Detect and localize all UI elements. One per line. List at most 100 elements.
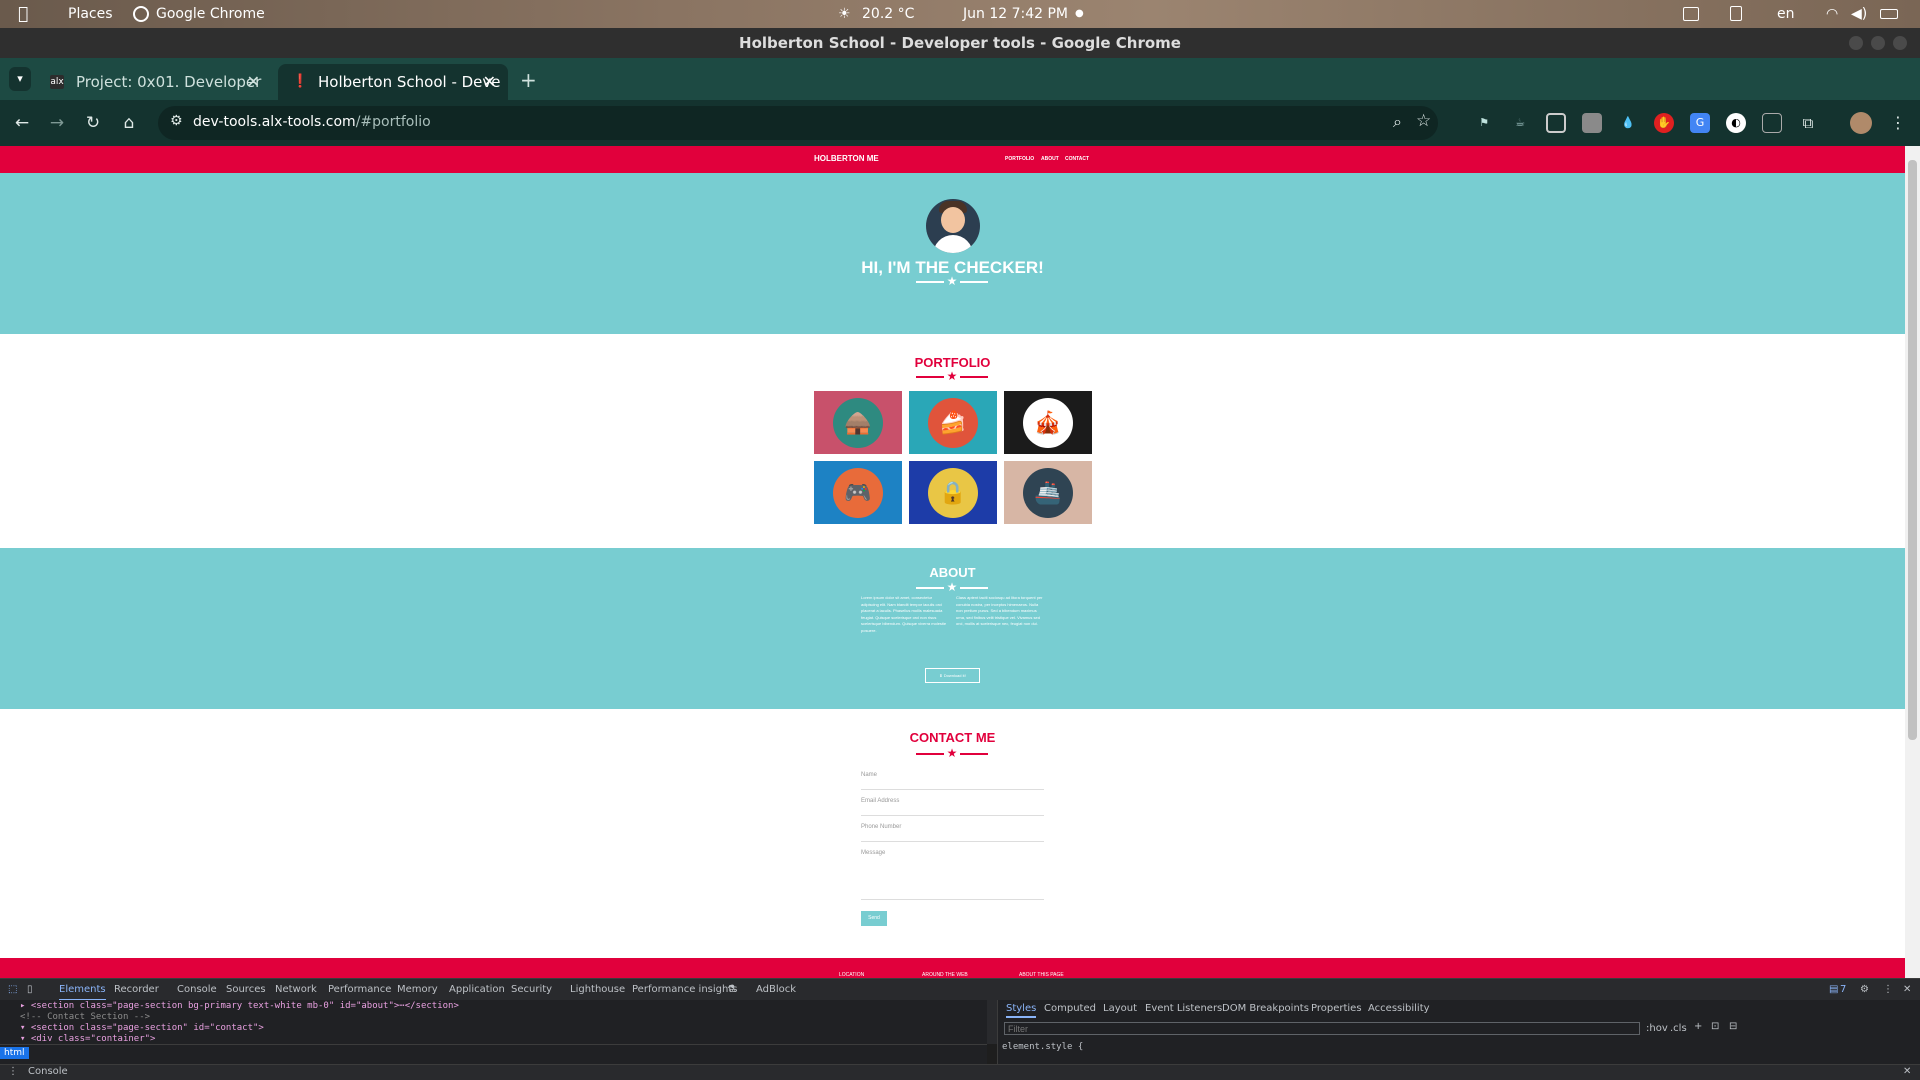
tab-search-chevron-icon[interactable]: ▾ <box>9 67 31 91</box>
devtools-close-icon[interactable]: ✕ <box>1903 979 1911 1001</box>
address-bar[interactable]: ⚙ dev-tools.alx-tools.com/#portfolio ⌕ ☆ <box>158 106 1438 140</box>
extension-bird-icon[interactable]: ⚑ <box>1474 113 1494 133</box>
battery-icon[interactable] <box>1880 9 1898 19</box>
scrollbar-thumb[interactable] <box>1908 160 1917 740</box>
bookmark-star-icon[interactable]: ☆ <box>1416 111 1431 131</box>
close-window-button[interactable] <box>1893 36 1907 50</box>
minimize-button[interactable] <box>1849 36 1863 50</box>
forward-arrow-icon[interactable]: → <box>46 112 68 134</box>
zoom-icon[interactable]: ⌕ <box>1393 112 1402 132</box>
computed-styles-toggle-icon[interactable]: ⊡ <box>1711 1021 1719 1032</box>
maximize-button[interactable] <box>1871 36 1885 50</box>
nav-contact[interactable]: CONTACT <box>1065 156 1089 162</box>
devtools-tab-adblock[interactable]: AdBlock <box>756 979 796 1001</box>
issues-count[interactable]: 7 <box>1840 979 1846 1001</box>
styles-tab-styles[interactable]: Styles <box>1006 1003 1037 1018</box>
page-scrollbar[interactable] <box>1905 146 1920 978</box>
devtools-settings-gear-icon[interactable]: ⚙ <box>1860 979 1869 1001</box>
close-tab-icon[interactable]: ✕ <box>247 64 260 100</box>
element-style-rule[interactable]: element.style { <box>1002 1042 1083 1052</box>
nav-about[interactable]: ABOUT <box>1041 156 1059 162</box>
drawer-close-icon[interactable]: ✕ <box>1903 1066 1911 1077</box>
extension-circle-icon[interactable]: ◐ <box>1726 113 1746 133</box>
devtools-tab-sources[interactable]: Sources <box>226 979 266 1001</box>
clipboard-icon[interactable] <box>1730 6 1742 21</box>
portfolio-item-circus[interactable]: 🎪 <box>1004 391 1092 454</box>
extensions-puzzle-icon[interactable]: ⧉ <box>1798 113 1818 133</box>
home-icon[interactable]: ⌂ <box>118 112 140 134</box>
devtools-tab-application[interactable]: Application <box>449 979 505 1001</box>
weather[interactable]: 20.2 °C <box>862 0 914 28</box>
name-field[interactable]: Name <box>861 772 1044 790</box>
extension-drop-icon[interactable]: 💧 <box>1618 113 1638 133</box>
styles-tab-computed[interactable]: Computed <box>1044 1003 1096 1014</box>
cls-toggle[interactable]: .cls <box>1670 1023 1687 1034</box>
extension-image-icon[interactable] <box>1582 113 1602 133</box>
devtools-tab-network[interactable]: Network <box>275 979 317 1001</box>
reload-icon[interactable]: ↻ <box>82 112 104 134</box>
portfolio-item-safe[interactable]: 🔒 <box>909 461 997 524</box>
styles-tab-accessibility[interactable]: Accessibility <box>1368 1003 1430 1014</box>
wifi-icon[interactable]: ◠ <box>1826 0 1838 28</box>
portfolio-item-cake[interactable]: 🍰 <box>909 391 997 454</box>
inspect-element-icon[interactable]: ⬚ <box>8 979 17 1001</box>
email-field[interactable]: Email Address <box>861 798 1044 816</box>
devtools-tab-console[interactable]: Console <box>177 979 217 1001</box>
phone-field[interactable]: Phone Number <box>861 824 1044 842</box>
dom-node[interactable]: ▾ <div class="container"> <box>20 1034 155 1044</box>
portfolio-item-game[interactable]: 🎮 <box>814 461 902 524</box>
styles-tab-layout[interactable]: Layout <box>1103 1003 1137 1014</box>
hov-toggle[interactable]: :hov <box>1646 1023 1668 1034</box>
back-arrow-icon[interactable]: ← <box>11 112 33 134</box>
new-tab-plus-icon[interactable]: + <box>520 68 537 92</box>
places-menu[interactable]: Places <box>68 0 113 28</box>
portfolio-item-cabin[interactable]: 🛖 <box>814 391 902 454</box>
send-button[interactable]: Send <box>861 911 887 926</box>
elements-scrollbar[interactable] <box>987 1000 997 1044</box>
devtools-tab-security[interactable]: Security <box>511 979 552 1001</box>
devtools-tab-recorder[interactable]: Recorder <box>114 979 159 1001</box>
tab-holberton[interactable]: ❗ Holberton School - Deve ✕ <box>278 64 508 100</box>
issues-icon[interactable]: ▤ <box>1829 979 1838 1001</box>
nav-portfolio[interactable]: PORTFOLIO <box>1005 156 1034 162</box>
app-menu[interactable]: Google Chrome <box>156 0 265 28</box>
extension-capture-icon[interactable] <box>1546 113 1566 133</box>
devtools-tab-memory[interactable]: Memory <box>397 979 438 1001</box>
devtools-tab-lighthouse[interactable]: Lighthouse <box>570 979 625 1001</box>
styles-filter-input[interactable] <box>1004 1022 1640 1035</box>
styles-tab-properties[interactable]: Properties <box>1311 1003 1362 1014</box>
apple-icon[interactable]:  <box>18 0 28 28</box>
styles-tab-event-listeners[interactable]: Event Listeners <box>1145 1003 1222 1014</box>
terminal-icon[interactable] <box>1683 7 1699 21</box>
portfolio-item-submarine[interactable]: 🚢 <box>1004 461 1092 524</box>
dom-node[interactable]: ▾ <section class="page-section" id="cont… <box>20 1023 264 1033</box>
extension-box-icon[interactable] <box>1762 113 1782 133</box>
drawer-menu-icon[interactable]: ⋮ <box>8 1066 18 1077</box>
tab-project[interactable]: alx Project: 0x01. Developer ✕ <box>36 64 272 100</box>
devtools-tab-performance[interactable]: Performance <box>328 979 391 1001</box>
chrome-menu-icon[interactable]: ⋮ <box>1888 113 1908 133</box>
site-brand[interactable]: HOLBERTON ME <box>814 154 879 163</box>
site-info-icon[interactable]: ⚙ <box>170 113 183 129</box>
drawer-tab-console[interactable]: Console <box>28 1066 68 1077</box>
volume-icon[interactable]: ◀) <box>1851 0 1867 28</box>
language-indicator[interactable]: en <box>1777 0 1795 28</box>
extension-adblock-icon[interactable]: ✋ <box>1654 113 1674 133</box>
dom-node[interactable]: ▸ <section class="page-section bg-primar… <box>20 1001 459 1011</box>
clock[interactable]: Jun 12 7:42 PM <box>963 0 1068 28</box>
breadcrumb-html[interactable]: html <box>0 1047 29 1059</box>
download-button[interactable]: ⬇ Download it! <box>925 668 980 683</box>
device-toolbar-icon[interactable]: ▯ <box>27 979 33 1001</box>
new-style-rule-plus-icon[interactable]: + <box>1694 1021 1702 1032</box>
profile-avatar[interactable] <box>1850 112 1872 134</box>
message-field[interactable]: Message <box>861 850 1044 900</box>
devtools-tab-performance-insights[interactable]: Performance insights <box>632 979 737 1001</box>
dom-comment[interactable]: <!-- Contact Section --> <box>20 1012 150 1022</box>
styles-tab-dom-breakpoints[interactable]: DOM Breakpoints <box>1222 1003 1309 1014</box>
devtools-tab-elements[interactable]: Elements <box>59 979 106 1001</box>
sidebar-toggle-icon[interactable]: ⊟ <box>1729 1021 1737 1032</box>
extension-translate-icon[interactable]: G <box>1690 113 1710 133</box>
close-tab-icon[interactable]: ✕ <box>483 64 496 100</box>
extension-cup-icon[interactable]: ☕ <box>1510 113 1530 133</box>
devtools-more-icon[interactable]: ⋮ <box>1883 979 1893 1001</box>
